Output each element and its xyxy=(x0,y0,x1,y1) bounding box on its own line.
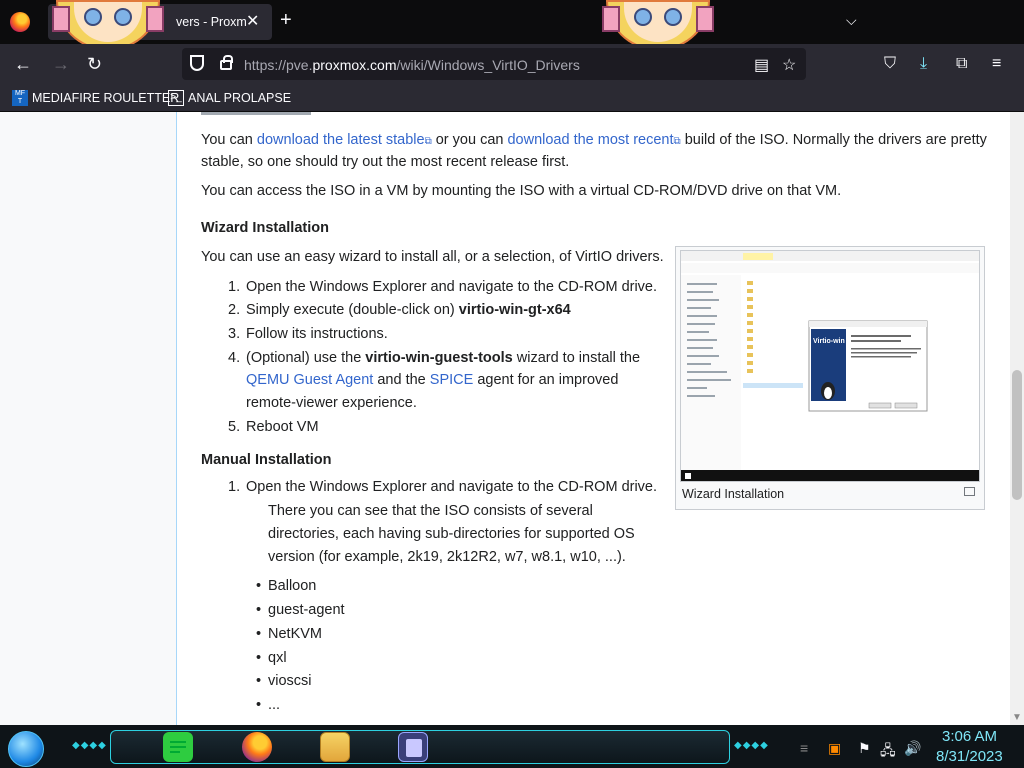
app-icon[interactable] xyxy=(398,732,428,762)
anime-theme-decoration xyxy=(52,0,164,50)
section-heading-underline xyxy=(201,112,311,115)
firefox-icon[interactable] xyxy=(242,732,272,762)
bookmark-second[interactable]: ANAL PROLAPSE xyxy=(188,91,291,105)
file-explorer-icon[interactable] xyxy=(320,732,350,762)
clock-date[interactable]: 8/31/2023 xyxy=(936,748,1003,765)
close-tab-icon[interactable]: ✕ xyxy=(246,11,259,31)
mediafire-icon: MF T xyxy=(12,90,28,106)
new-tab-button[interactable]: + xyxy=(280,9,292,32)
paragraph-download: You can download the latest stable⧉ or y… xyxy=(201,132,987,148)
tray-overflow-icon[interactable]: ≡ xyxy=(800,740,808,756)
list-item: • vioscsi xyxy=(256,673,312,689)
list-item: 1. Open the Windows Explorer and navigate… xyxy=(228,279,658,295)
wizard-screenshot-image[interactable]: Virtio-win xyxy=(680,250,980,482)
manual-description-line: directories, each having sub-directories… xyxy=(268,526,635,542)
downloads-icon[interactable]: ⤓ xyxy=(920,55,927,73)
manual-description-line: There you can see that the ISO consists … xyxy=(268,503,593,519)
back-button[interactable]: ← xyxy=(14,54,32,75)
bookmark-star-icon[interactable]: ☆ xyxy=(782,55,796,75)
list-item: •... xyxy=(256,697,281,713)
list-item: 5. Reboot VM xyxy=(228,419,319,435)
heading-wizard-installation: Wizard Installation xyxy=(201,220,329,236)
paragraph-download-line2: stable, so one should try out the most r… xyxy=(201,154,570,170)
tab-title: vers - Proxm xyxy=(176,15,247,29)
figure-caption: Wizard Installation xyxy=(682,487,785,501)
chevron-down-icon[interactable]: ⌵ xyxy=(846,12,857,29)
link-latest-stable[interactable]: download the latest stable xyxy=(257,132,425,148)
enlarge-icon[interactable] xyxy=(964,487,975,496)
link-spice[interactable]: SPICE xyxy=(430,372,474,388)
action-center-flag-icon[interactable]: ⚑ xyxy=(858,740,871,757)
pocket-icon[interactable]: ⛉ xyxy=(884,55,896,73)
volume-icon[interactable]: 🔊 xyxy=(904,740,921,757)
wizard-intro: You can use an easy wizard to install al… xyxy=(201,249,664,265)
list-item: • Balloon xyxy=(256,578,317,594)
extensions-icon[interactable]: ⧉ xyxy=(956,55,967,73)
lock-icon[interactable] xyxy=(220,55,233,70)
link-qemu-guest-agent[interactable]: QEMU Guest Agent xyxy=(246,372,373,388)
shield-icon[interactable] xyxy=(190,55,204,71)
anime-theme-decoration xyxy=(602,0,714,50)
list-item-continued: remote-viewer experience. xyxy=(246,395,417,411)
decorative-lights-icon: ◆◆◆◆ xyxy=(72,740,107,751)
external-link-icon: ⧉ xyxy=(673,136,681,147)
list-item: 2. Simply execute (double-click on) virti… xyxy=(228,302,571,318)
network-icon[interactable]: 🖧 xyxy=(880,740,896,764)
scroll-down-arrow-icon[interactable]: ▼ xyxy=(1012,712,1022,723)
forward-button[interactable]: → xyxy=(52,54,70,75)
clock-time[interactable]: 3:06 AM xyxy=(942,728,997,745)
scrollbar-thumb[interactable] xyxy=(1012,370,1022,500)
list-item: 1. Open the Windows Explorer and navigate… xyxy=(228,479,658,495)
virtio-win-label: Virtio-win xyxy=(813,338,845,345)
start-button[interactable] xyxy=(8,731,44,767)
list-item: • NetKVM xyxy=(256,626,322,642)
list-item: 3. Follow its instructions. xyxy=(228,326,388,342)
link-most-recent[interactable]: download the most recent xyxy=(507,132,673,148)
firefox-icon xyxy=(10,12,30,32)
paragraph-mount-iso: You can access the ISO in a VM by mounti… xyxy=(201,183,842,199)
reload-button[interactable]: ↻ xyxy=(87,54,102,75)
decorative-lights-icon: ◆◆◆◆ xyxy=(734,740,769,751)
terminal-icon: >_ xyxy=(168,90,184,106)
bookmark-mediafire[interactable]: MEDIAFIRE ROULETTER xyxy=(32,91,179,105)
list-item: • guest-agent xyxy=(256,602,345,618)
tray-app-icon[interactable]: ▣ xyxy=(828,740,841,757)
list-item: 4. (Optional) use the virtio-win-guest-to… xyxy=(228,350,641,366)
menu-icon[interactable]: ≡ xyxy=(992,55,1001,73)
url-text[interactable]: https://pve.proxmox.com/wiki/Windows_Vir… xyxy=(244,57,580,73)
reader-view-icon[interactable]: ▤ xyxy=(754,55,769,75)
heading-manual-installation: Manual Installation xyxy=(201,452,332,468)
external-link-icon: ⧉ xyxy=(424,136,432,147)
notes-app-icon[interactable] xyxy=(163,732,193,762)
list-item-continued: QEMU Guest Agent and the SPICE agent for… xyxy=(246,372,619,388)
manual-description-line: version (for example, 2k19, 2k12R2, w7, … xyxy=(268,549,626,565)
list-item: • qxl xyxy=(256,650,287,666)
